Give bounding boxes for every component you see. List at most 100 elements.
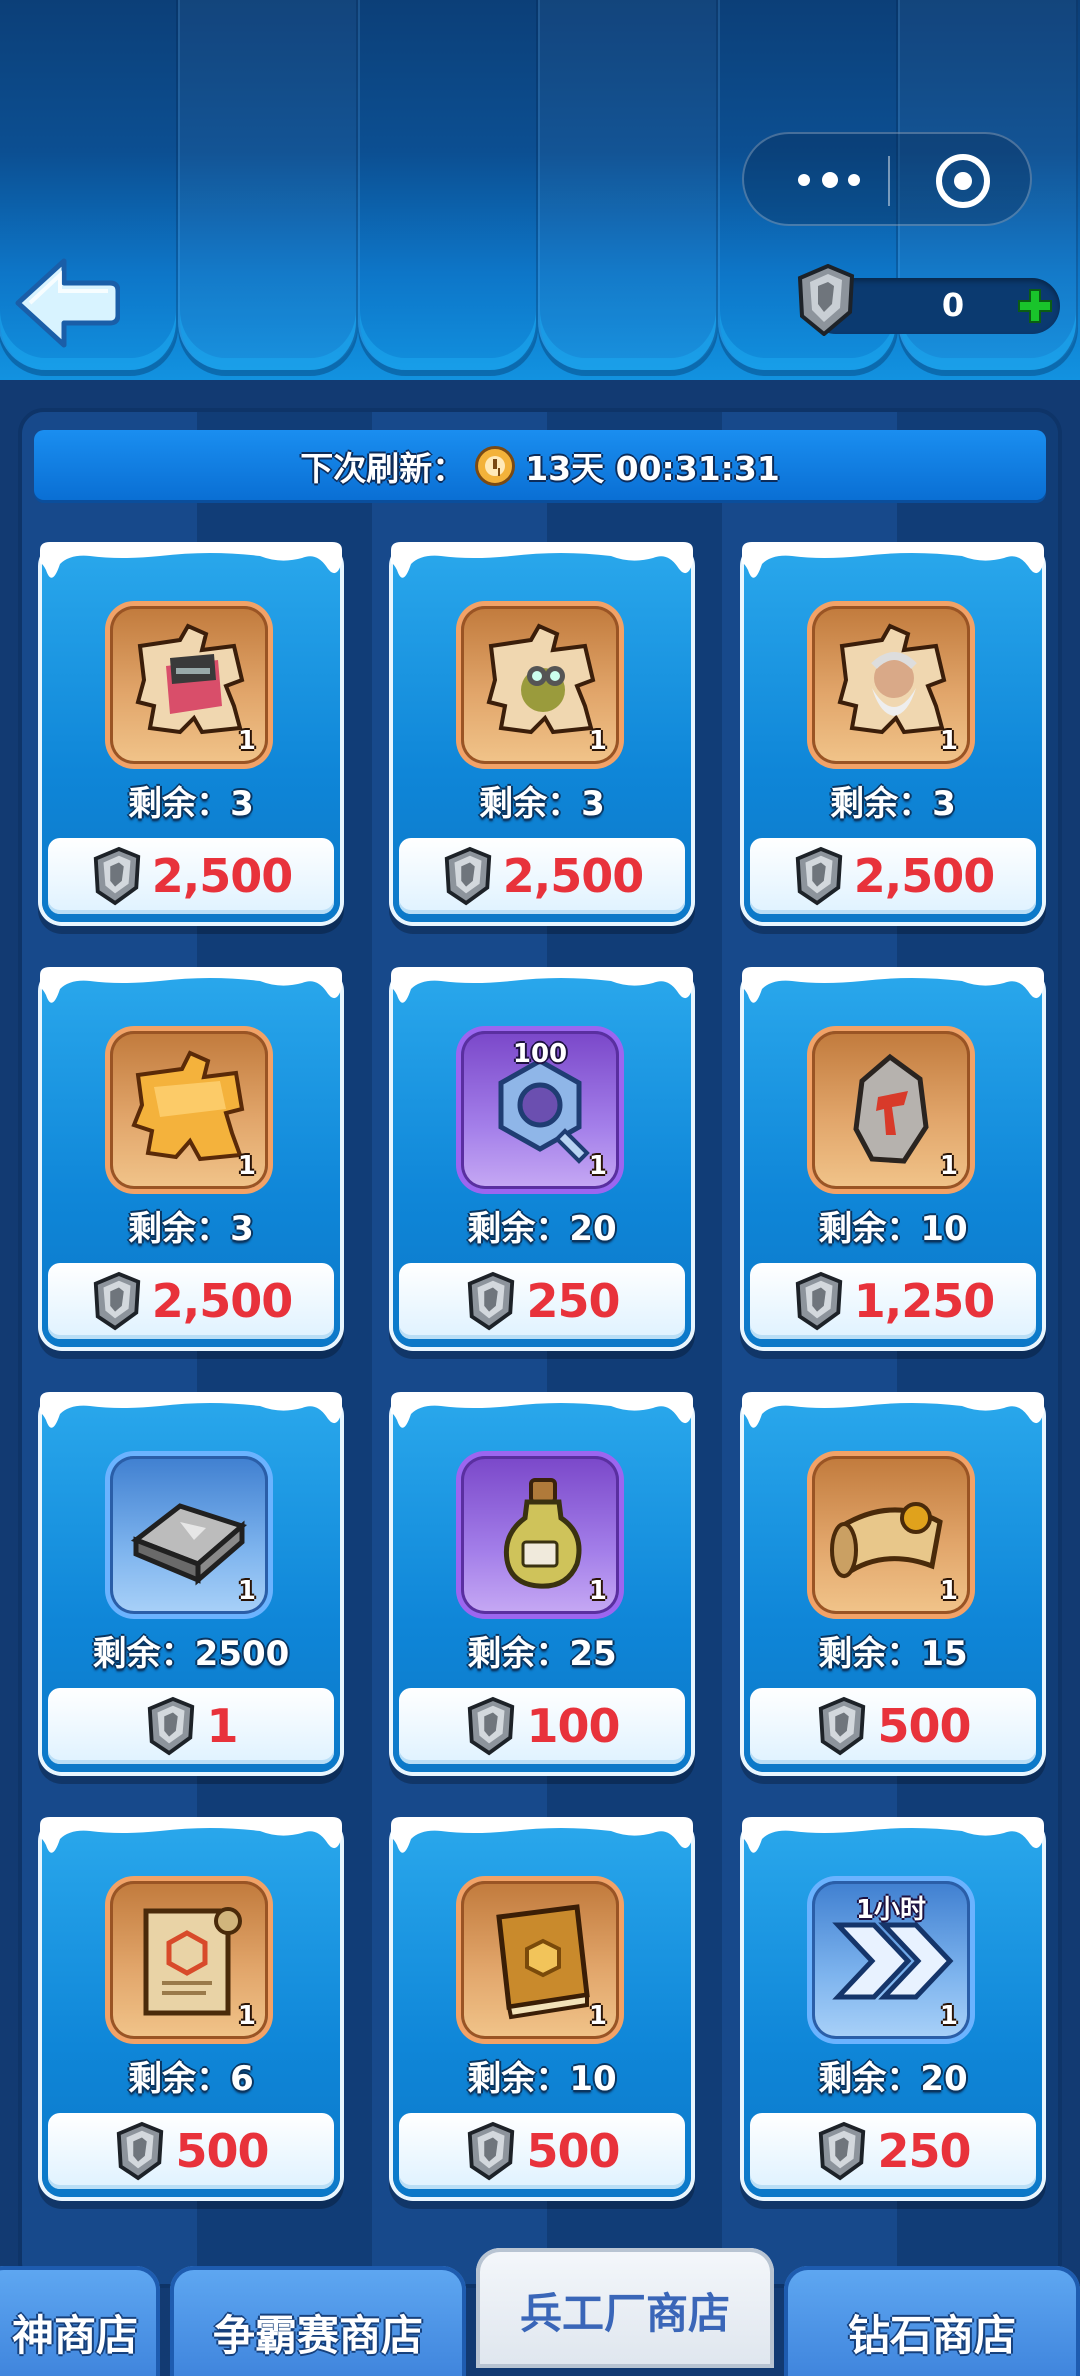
item-price: 500 bbox=[175, 2124, 269, 2178]
shop-item-card[interactable]: 1 剩余：6 500 bbox=[40, 1817, 342, 2197]
item-icon-frame: 1 bbox=[461, 1881, 619, 2039]
item-quantity: 1 bbox=[588, 2001, 607, 2031]
refresh-countdown: 13天 00:31:31 bbox=[525, 449, 780, 488]
item-icon-frame: 1 bbox=[110, 606, 268, 764]
buy-button[interactable]: 500 bbox=[48, 2113, 334, 2189]
item-price: 2,500 bbox=[853, 849, 996, 903]
item-price: 100 bbox=[526, 1699, 620, 1753]
item-icon-frame: 1 bbox=[461, 1456, 619, 1614]
item-remaining: 剩余：15 bbox=[818, 1634, 968, 1674]
buy-button[interactable]: 2,500 bbox=[750, 838, 1036, 914]
shield-gem-icon bbox=[468, 1696, 515, 1756]
item-icon-frame: 1 bbox=[812, 1456, 970, 1614]
item-quantity: 1 bbox=[237, 1576, 256, 1606]
buy-button[interactable]: 1,250 bbox=[750, 1263, 1036, 1339]
item-remaining: 剩余：3 bbox=[830, 784, 956, 824]
item-quantity: 1 bbox=[237, 2001, 256, 2031]
shop-item-card[interactable]: 100 1 剩余：20 250 bbox=[391, 967, 693, 1347]
item-quantity: 1 bbox=[588, 726, 607, 756]
shop-tabs: 神商店 争霸赛商店 兵工厂商店 钻石商店 bbox=[0, 2240, 1080, 2376]
refresh-timer-bar: 下次刷新： 13天 00:31:31 bbox=[34, 430, 1046, 500]
item-remaining: 剩余：3 bbox=[128, 1209, 254, 1249]
shield-gem-icon bbox=[795, 1271, 842, 1331]
shop-item-card[interactable]: 1 剩余：3 2,500 bbox=[40, 542, 342, 922]
currency-amount: 0 bbox=[941, 286, 965, 324]
item-quantity: 1 bbox=[939, 1576, 958, 1606]
item-remaining: 剩余：10 bbox=[467, 2059, 617, 2099]
item-icon-frame: 1 bbox=[110, 1881, 268, 2039]
item-price: 250 bbox=[877, 2124, 971, 2178]
shield-gem-icon bbox=[468, 1271, 515, 1331]
item-icon-frame: 1小时 1 bbox=[812, 1881, 970, 2039]
shield-gem-icon bbox=[148, 1696, 195, 1756]
tab-diamond-shop[interactable]: 钻石商店 bbox=[784, 2266, 1080, 2376]
item-quantity: 1 bbox=[939, 2001, 958, 2031]
item-remaining: 剩余：10 bbox=[818, 1209, 968, 1249]
shop-item-card[interactable]: 1 剩余：3 2,500 bbox=[391, 542, 693, 922]
item-icon-frame: 1 bbox=[812, 606, 970, 764]
item-remaining: 剩余：20 bbox=[818, 2059, 968, 2099]
item-quantity: 1 bbox=[939, 1151, 958, 1181]
item-price: 1,250 bbox=[853, 1274, 996, 1328]
item-price: 500 bbox=[526, 2124, 620, 2178]
item-remaining: 剩余：3 bbox=[479, 784, 605, 824]
add-currency-icon[interactable] bbox=[1016, 287, 1054, 325]
shop-item-card[interactable]: 1 剩余：25 100 bbox=[391, 1392, 693, 1772]
tab-tournament-shop[interactable]: 争霸赛商店 bbox=[170, 2266, 466, 2376]
shield-gem-icon bbox=[93, 846, 140, 906]
buy-button[interactable]: 1 bbox=[48, 1688, 334, 1764]
item-icon-frame: 1 bbox=[812, 1031, 970, 1189]
clock-icon bbox=[475, 446, 516, 486]
item-quantity: 1 bbox=[588, 1151, 607, 1181]
buy-button[interactable]: 250 bbox=[399, 1263, 685, 1339]
shop-item-card[interactable]: 1小时 1 剩余：20 250 bbox=[742, 1817, 1044, 2197]
tab-arsenal-shop[interactable]: 兵工厂商店 bbox=[476, 2248, 774, 2368]
item-price: 500 bbox=[877, 1699, 971, 1753]
buy-button[interactable]: 250 bbox=[750, 2113, 1036, 2189]
refresh-label: 下次刷新： bbox=[300, 449, 466, 488]
tab-label: 兵工厂商店 bbox=[519, 2289, 730, 2338]
shield-gem-icon bbox=[797, 264, 855, 336]
item-icon-frame: 1 bbox=[461, 606, 619, 764]
buy-button[interactable]: 2,500 bbox=[48, 838, 334, 914]
item-remaining: 剩余：6 bbox=[128, 2059, 254, 2099]
buy-button[interactable]: 500 bbox=[750, 1688, 1036, 1764]
shop-item-card[interactable]: 1 剩余：3 2,500 bbox=[742, 542, 1044, 922]
item-price: 2,500 bbox=[151, 1274, 294, 1328]
tab-label: 神商店 bbox=[11, 2311, 138, 2360]
item-remaining: 剩余：2500 bbox=[92, 1634, 290, 1674]
back-button[interactable] bbox=[10, 255, 121, 351]
item-remaining: 剩余：3 bbox=[128, 784, 254, 824]
item-icon-frame: 1 bbox=[110, 1031, 268, 1189]
item-price: 1 bbox=[206, 1699, 238, 1753]
buy-button[interactable]: 2,500 bbox=[48, 1263, 334, 1339]
more-icon[interactable] bbox=[782, 164, 878, 198]
item-remaining: 剩余：25 bbox=[467, 1634, 617, 1674]
shield-gem-icon bbox=[795, 846, 842, 906]
item-icon-frame: 1 bbox=[110, 1456, 268, 1614]
tab-label: 钻石商店 bbox=[847, 2311, 1016, 2360]
item-quantity: 1 bbox=[237, 1151, 256, 1181]
item-remaining: 剩余：20 bbox=[467, 1209, 617, 1249]
shield-gem-icon bbox=[93, 1271, 140, 1331]
buy-button[interactable]: 2,500 bbox=[399, 838, 685, 914]
shop-item-card[interactable]: 1 剩余：3 2,500 bbox=[40, 967, 342, 1347]
shield-gem-icon bbox=[444, 846, 491, 906]
item-quantity: 1 bbox=[237, 726, 256, 756]
shop-item-card[interactable]: 1 剩余：2500 1 bbox=[40, 1392, 342, 1772]
item-top-label: 1小时 bbox=[855, 1895, 927, 1925]
buy-button[interactable]: 500 bbox=[399, 2113, 685, 2189]
shop-item-card[interactable]: 1 剩余：10 1,250 bbox=[742, 967, 1044, 1347]
item-quantity: 1 bbox=[588, 1576, 607, 1606]
tab-label: 争霸赛商店 bbox=[212, 2311, 423, 2360]
shop-item-card[interactable]: 1 剩余：15 500 bbox=[742, 1392, 1044, 1772]
shield-gem-icon bbox=[819, 2121, 866, 2181]
shield-gem-icon bbox=[468, 2121, 515, 2181]
shop-item-card[interactable]: 1 剩余：10 500 bbox=[391, 1817, 693, 2197]
close-target-icon[interactable] bbox=[936, 154, 990, 208]
tab-god-shop[interactable]: 神商店 bbox=[0, 2266, 160, 2376]
buy-button[interactable]: 100 bbox=[399, 1688, 685, 1764]
miniprogram-capsule bbox=[742, 132, 1032, 226]
back-arrow-icon bbox=[15, 258, 121, 348]
shield-gem-icon bbox=[117, 2121, 164, 2181]
